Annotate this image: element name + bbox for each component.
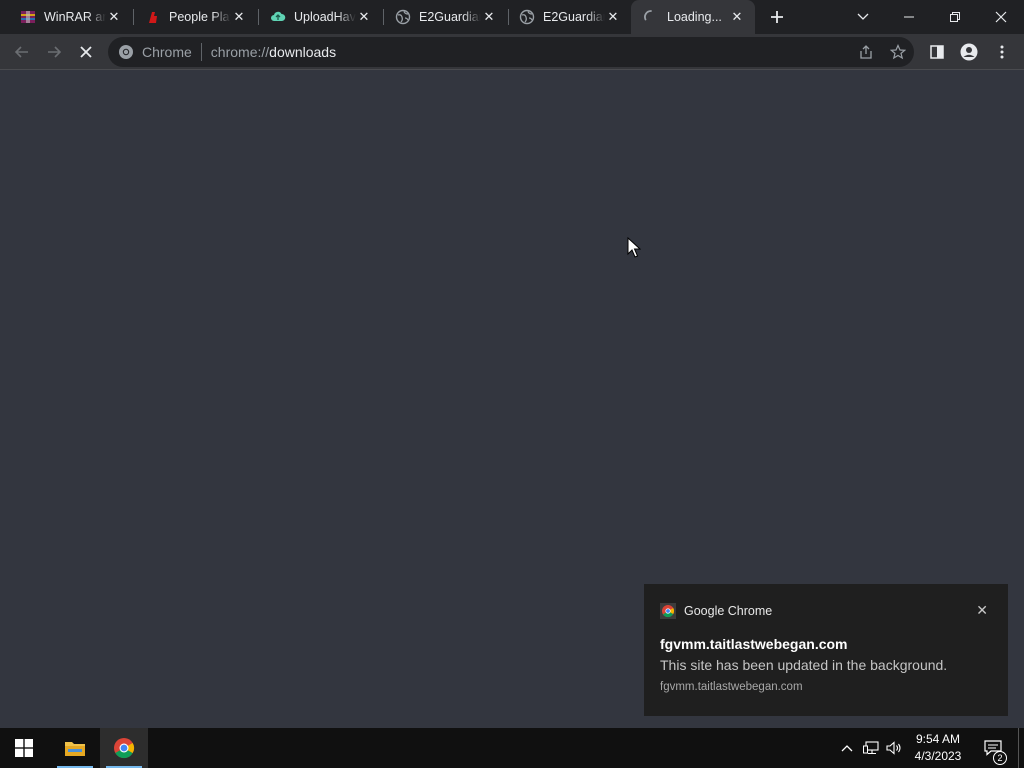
omnibox-chip: Chrome xyxy=(142,44,192,60)
profile-icon xyxy=(960,43,978,61)
tab-uploadhaven[interactable]: UploadHaven ✕ xyxy=(258,0,382,34)
notification-app-name: Google Chrome xyxy=(684,604,773,618)
back-button[interactable] xyxy=(8,38,36,66)
close-tab-icon[interactable]: ✕ xyxy=(729,9,745,25)
loading-spinner-icon xyxy=(643,9,659,25)
tab-title: E2Guardian xyxy=(419,10,481,24)
chevron-up-icon xyxy=(841,745,853,752)
tab-search-button[interactable] xyxy=(840,0,886,34)
notification-count-badge: 2 xyxy=(993,751,1007,765)
windows-taskbar: 9:54 AM 4/3/2023 xyxy=(0,728,1024,768)
clock-time: 9:54 AM xyxy=(915,732,961,746)
notification-source: fgvmm.taitlastwebegan.com xyxy=(660,681,803,693)
url-scheme: chrome:// xyxy=(210,44,270,60)
google-chrome-icon xyxy=(114,738,135,759)
tab-strip: WinRAR archiver ✕ People Playground ✕ Up… xyxy=(0,0,1024,34)
notification-body: This site has been updated in the backgr… xyxy=(660,657,948,673)
menu-button[interactable] xyxy=(988,38,1016,66)
globe-icon xyxy=(395,9,411,25)
url-text[interactable]: chrome://downloads xyxy=(211,44,336,60)
tab-title: Loading... xyxy=(667,10,722,24)
tab-winrar[interactable]: WinRAR archiver ✕ xyxy=(8,0,132,34)
arrow-right-icon xyxy=(48,46,62,58)
close-tab-icon[interactable]: ✕ xyxy=(481,9,497,25)
windows-logo-icon xyxy=(15,739,33,757)
close-tab-icon[interactable]: ✕ xyxy=(356,9,372,25)
url-host: downloads xyxy=(269,44,337,60)
profile-button[interactable] xyxy=(955,38,983,66)
start-button[interactable] xyxy=(0,728,48,768)
side-panel-icon xyxy=(930,45,944,59)
clock-date: 4/3/2023 xyxy=(914,749,962,763)
bookmark-star-icon[interactable] xyxy=(890,44,906,60)
close-tab-icon[interactable]: ✕ xyxy=(231,9,247,25)
share-icon[interactable] xyxy=(858,44,874,60)
minimize-button[interactable] xyxy=(886,0,932,34)
tab-e2guardian-2[interactable]: E2Guardian ✕ xyxy=(507,0,631,34)
show-desktop-button[interactable] xyxy=(1018,728,1024,768)
kebab-menu-icon xyxy=(1000,45,1004,59)
tab-title: E2Guardian xyxy=(543,10,605,24)
notification-toast[interactable]: Google Chrome ✕ fgvmm.taitlastwebegan.co… xyxy=(644,584,1008,716)
side-panel-button[interactable] xyxy=(923,38,951,66)
new-tab-button[interactable] xyxy=(765,5,789,29)
restore-button[interactable] xyxy=(932,0,978,34)
google-chrome-icon xyxy=(660,603,676,619)
stop-loading-button[interactable] xyxy=(72,38,100,66)
folder-icon xyxy=(65,742,85,756)
people-playground-icon xyxy=(145,9,161,25)
mouse-cursor-icon xyxy=(627,237,641,258)
volume-tray-button[interactable] xyxy=(884,728,904,768)
arrow-left-icon xyxy=(14,46,28,58)
tab-title: UploadHaven xyxy=(294,10,356,24)
omnibox-divider xyxy=(200,43,202,61)
show-hidden-icons-button[interactable] xyxy=(838,728,856,768)
chrome-logo-icon xyxy=(119,45,133,59)
taskbar-clock[interactable]: 9:54 AM 4/3/2023 xyxy=(905,731,971,765)
globe-icon xyxy=(519,9,535,25)
speaker-icon xyxy=(886,741,901,755)
tab-loading[interactable]: Loading... ✕ xyxy=(631,0,755,34)
tab-e2guardian-1[interactable]: E2Guardian ✕ xyxy=(383,0,507,34)
winrar-icon xyxy=(20,9,36,25)
close-icon xyxy=(995,11,1007,23)
tab-title: WinRAR archiver xyxy=(44,10,106,24)
notification-title: fgvmm.taitlastwebegan.com xyxy=(660,636,848,652)
chevron-down-icon xyxy=(857,13,869,20)
tab-people-playground[interactable]: People Playground ✕ xyxy=(133,0,257,34)
network-tray-button[interactable] xyxy=(861,728,881,768)
taskbar-file-explorer[interactable] xyxy=(51,728,99,768)
taskbar-chrome[interactable] xyxy=(100,728,148,768)
close-tab-icon[interactable]: ✕ xyxy=(605,9,621,25)
browser-toolbar: Chrome chrome://downloads xyxy=(0,34,1024,70)
cloud-upload-icon xyxy=(270,9,286,25)
minimize-icon xyxy=(904,16,914,18)
forward-button[interactable] xyxy=(40,38,68,66)
network-icon xyxy=(863,741,879,755)
plus-icon xyxy=(771,11,783,23)
screen: WinRAR archiver ✕ People Playground ✕ Up… xyxy=(0,0,1024,768)
address-bar[interactable]: Chrome chrome://downloads xyxy=(108,37,914,67)
restore-icon xyxy=(950,12,960,22)
tab-title: People Playground xyxy=(169,10,231,24)
notification-app-header: Google Chrome xyxy=(660,603,772,619)
close-tab-icon[interactable]: ✕ xyxy=(106,9,122,25)
notification-close-button[interactable]: ✕ xyxy=(976,602,988,619)
stop-icon xyxy=(80,46,92,58)
close-window-button[interactable] xyxy=(978,0,1024,34)
